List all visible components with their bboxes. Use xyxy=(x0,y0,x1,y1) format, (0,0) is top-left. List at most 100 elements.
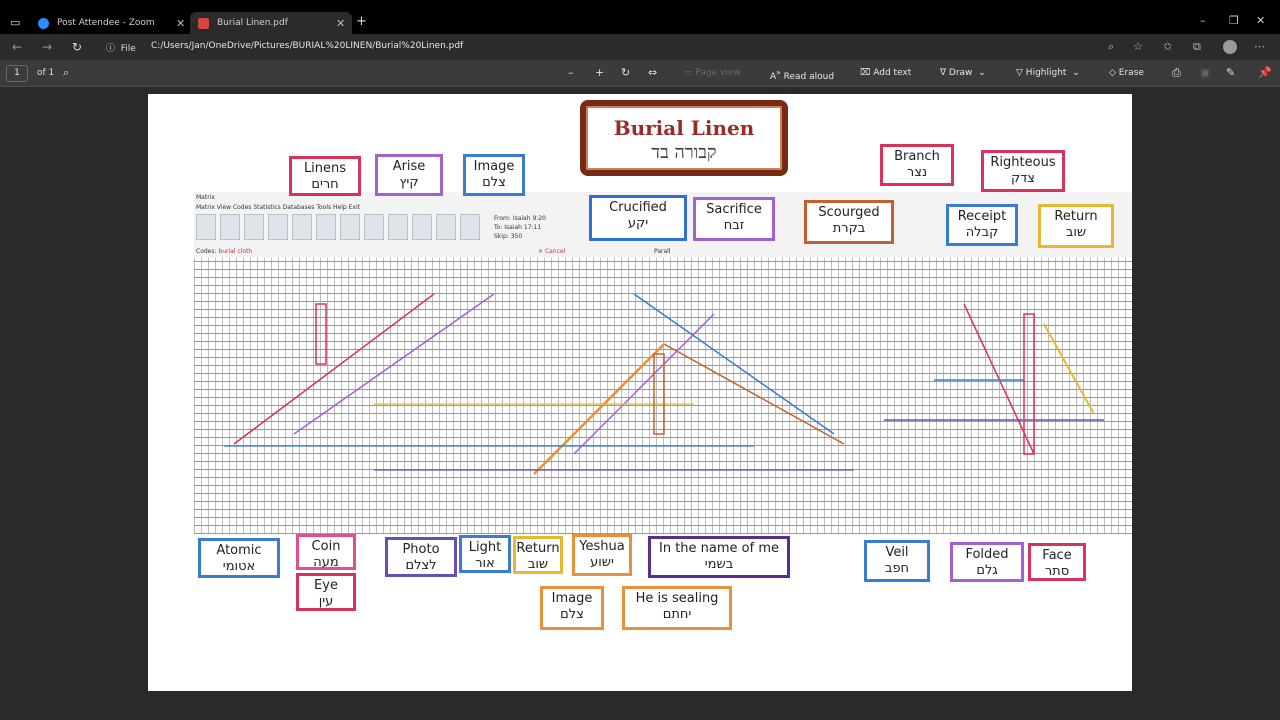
more-icon[interactable]: ⋯ xyxy=(1254,40,1265,53)
fit-page-icon[interactable]: ⇔ xyxy=(648,66,657,79)
read-aloud-button[interactable]: A» Read aloud xyxy=(770,68,834,82)
close-window-button[interactable]: ✕ xyxy=(1256,14,1265,27)
matrix-tool xyxy=(340,214,360,240)
matrix-menu: Matrix View Codes Statistics Databases T… xyxy=(196,204,360,211)
pdf-page: Matrix Matrix View Codes Statistics Data… xyxy=(148,94,1132,691)
close-icon[interactable]: ✕ xyxy=(176,17,185,30)
matrix-tool xyxy=(388,214,408,240)
label-hebrew: לצלם xyxy=(405,558,437,573)
label-english: Branch xyxy=(894,149,940,164)
label-photo: Photo לצלם xyxy=(385,537,457,577)
matrix-tool xyxy=(412,214,432,240)
page-view-label: Page view xyxy=(695,68,741,78)
erase-button[interactable]: ◇ Erase xyxy=(1109,68,1144,78)
label-english: Face xyxy=(1042,548,1072,563)
print-icon[interactable]: ⎙ xyxy=(1172,66,1181,80)
close-icon[interactable]: ✕ xyxy=(336,17,345,30)
label-return-top: Return שוב xyxy=(1038,204,1114,248)
codes-field: Codes: burial cloth xyxy=(196,248,252,255)
back-button[interactable]: ← xyxy=(12,40,22,54)
tab-actions-icon[interactable]: ▭ xyxy=(10,16,20,29)
label-hebrew: בשמי xyxy=(704,557,734,572)
site-info-button[interactable]: ⓘ File xyxy=(106,41,136,54)
label-scourged: Scourged בקרת xyxy=(804,200,894,244)
tab-label: Post Attendee - Zoom xyxy=(57,18,155,28)
zoom-out-button[interactable]: – xyxy=(568,66,574,79)
highlight-button[interactable]: ▽ Highlight ⌄ xyxy=(1016,68,1080,78)
label-hebrew: צלם xyxy=(560,607,584,622)
document-title-sign: Burial Linen קבורה בד xyxy=(580,100,788,176)
label-hebrew: מעה xyxy=(313,555,339,570)
label-hebrew: אטומי xyxy=(222,559,256,574)
label-hebrew: גלם xyxy=(976,563,998,578)
pin-icon[interactable]: 📌 xyxy=(1258,66,1272,79)
zoom-icon xyxy=(38,17,49,29)
page-number-input[interactable]: 1 xyxy=(6,65,28,82)
minimize-button[interactable]: – xyxy=(1200,14,1206,27)
label-hebrew: חפב xyxy=(884,561,910,576)
label-english: Return xyxy=(1054,209,1098,224)
label-hebrew: בקרת xyxy=(832,221,866,236)
label-english: Eye xyxy=(314,578,338,593)
skip-label: Skip: xyxy=(494,233,509,240)
matrix-tool xyxy=(292,214,312,240)
add-text-label: Add text xyxy=(873,68,912,78)
zoom-icon[interactable]: ⌕ xyxy=(1108,40,1114,54)
draw-button[interactable]: ∇ Draw ⌄ xyxy=(940,68,986,78)
label-eye: Eye עין xyxy=(296,573,356,611)
link-line xyxy=(573,313,715,455)
link-line xyxy=(233,293,435,445)
label-arise: Arise קיץ xyxy=(375,154,443,196)
label-hebrew: חרים xyxy=(311,177,339,192)
page-count: of 1 xyxy=(37,68,55,78)
label-english: Light xyxy=(468,540,502,555)
label-hebrew: יחתם xyxy=(662,607,692,622)
forward-button[interactable]: → xyxy=(42,40,52,54)
save-as-icon[interactable]: ✎ xyxy=(1226,66,1235,79)
new-tab-button[interactable]: + xyxy=(356,14,367,29)
label-image-bottom: Image צלם xyxy=(540,586,604,630)
label-hebrew: צדק xyxy=(1010,171,1036,186)
read-aloud-label: Read aloud xyxy=(783,72,835,82)
label-hebrew: יקע xyxy=(627,216,649,231)
label-english: Righteous xyxy=(990,155,1056,170)
matrix-tool xyxy=(316,214,336,240)
cancel-label: Cancel xyxy=(544,248,566,255)
zoom-in-button[interactable]: + xyxy=(595,66,604,79)
address-bar: ← → ↻ ⓘ File C:/Users/Jan/OneDrive/Pictu… xyxy=(0,34,1280,60)
label-atomic: Atomic אטומי xyxy=(198,538,280,578)
label-crucified: Crucified יקע xyxy=(589,195,687,241)
rotate-icon[interactable]: ↻ xyxy=(621,66,630,79)
label-branch: Branch נצר xyxy=(880,144,954,186)
link-line xyxy=(533,343,665,475)
label-face: Face סתר xyxy=(1028,543,1086,581)
to-value: Isaiah 17:11 xyxy=(504,224,542,231)
label-english: Folded xyxy=(965,547,1009,562)
label-linens: Linens חרים xyxy=(289,156,361,196)
label-hebrew: זבח xyxy=(723,218,745,233)
collections-icon[interactable]: ⧉ xyxy=(1193,40,1201,54)
tab-strip: ▭ Post Attendee - Zoom ✕ Burial Linen.pd… xyxy=(0,12,1280,34)
cancel-button: ✕ Cancel xyxy=(538,248,566,255)
tab-pdf[interactable]: Burial Linen.pdf ✕ xyxy=(190,12,352,34)
label-hebrew: עין xyxy=(318,594,334,609)
label-english: Yeshua xyxy=(579,539,625,554)
tab-zoom[interactable]: Post Attendee - Zoom ✕ xyxy=(30,12,190,34)
favorites-icon[interactable]: ✩ xyxy=(1163,40,1172,53)
pdf-toolbar: 1 of 1 ⌕ – + ↻ ⇔ ▭ Page view A» Read alo… xyxy=(0,60,1280,87)
avatar[interactable] xyxy=(1223,40,1237,54)
word-link-lines xyxy=(224,293,1104,475)
label-english: Return xyxy=(516,541,560,556)
url-field[interactable]: C:/Users/Jan/OneDrive/Pictures/BURIAL%20… xyxy=(151,41,463,51)
codes-value: burial cloth xyxy=(218,248,253,255)
skip-value: 350 xyxy=(510,233,523,240)
search-icon[interactable]: ⌕ xyxy=(63,66,69,80)
maximize-button[interactable]: ❐ xyxy=(1229,14,1239,27)
label-receipt: Receipt קבלה xyxy=(946,204,1018,246)
matrix-tool xyxy=(244,214,264,240)
add-text-button[interactable]: ⌧ Add text xyxy=(860,68,911,78)
refresh-button[interactable]: ↻ xyxy=(72,40,82,54)
link-line xyxy=(1043,323,1095,415)
favorite-add-icon[interactable]: ☆ xyxy=(1133,40,1143,53)
matrix-title: Matrix xyxy=(196,194,215,201)
